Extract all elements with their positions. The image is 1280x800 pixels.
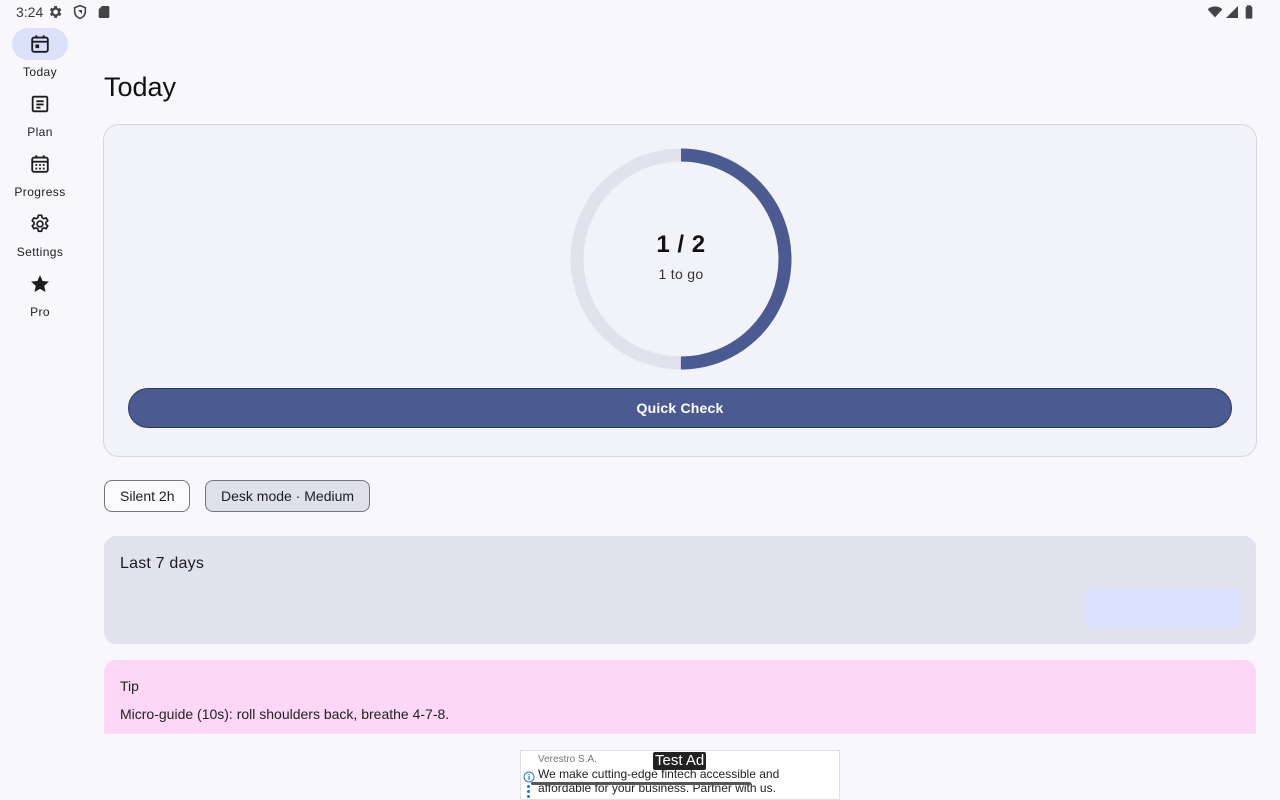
quick-check-button[interactable]: Quick Check [128, 388, 1232, 428]
progress-ring [570, 148, 792, 370]
sd-card-icon [96, 4, 112, 20]
calendar-today-icon [29, 33, 51, 55]
ad-menu-icon[interactable] [527, 785, 530, 799]
ad-divider [531, 782, 751, 785]
chip-label: Silent 2h [120, 488, 175, 504]
nav-label-progress: Progress [14, 185, 66, 199]
ad-banner[interactable]: Verestro S.A. We make cutting-edge finte… [520, 750, 840, 800]
progress-remaining: 1 to go [658, 266, 704, 282]
tip-card: Tip Micro-guide (10s): roll shoulders ba… [104, 660, 1256, 734]
calendar-grid-icon [29, 153, 51, 175]
battery-icon [1241, 4, 1257, 20]
desk-mode-chip[interactable]: Desk mode · Medium [205, 480, 371, 512]
test-ad-label: Test Ad [653, 752, 707, 770]
nav-label-today: Today [22, 65, 58, 79]
nav-item-today[interactable]: Today [0, 24, 80, 80]
nav-label-pro: Pro [30, 305, 50, 319]
status-bar: 3:24 [0, 0, 1280, 24]
wifi-icon [1207, 4, 1223, 20]
ad-advertiser: Verestro S.A. [538, 754, 597, 765]
settings-icon [47, 4, 63, 20]
chip-label: Desk mode · Medium [221, 488, 355, 504]
tip-body: Micro-guide (10s): roll shoulders back, … [120, 706, 450, 722]
nav-item-settings[interactable]: Settings [0, 204, 80, 260]
status-time: 3:24 [16, 4, 44, 20]
silent-2h-chip[interactable]: Silent 2h [104, 480, 191, 512]
nav-item-pro[interactable]: Pro [0, 264, 80, 320]
shield-icon [72, 4, 88, 20]
progress-count: 1 / 2 [656, 231, 706, 258]
week-card-title: Last 7 days [120, 555, 205, 572]
nav-label-settings: Settings [16, 245, 64, 259]
nav-active-indicator [12, 28, 68, 60]
nav-item-plan[interactable]: Plan [0, 84, 80, 140]
plan-list-icon [29, 93, 51, 115]
week-chart-placeholder [1086, 588, 1240, 628]
tip-title: Tip [120, 678, 139, 694]
page-title: Today [104, 72, 177, 102]
gear-icon [29, 213, 51, 235]
ad-copy: We make cutting-edge fintech accessible … [538, 767, 780, 795]
star-icon [29, 273, 51, 295]
progress-card: 1 / 2 1 to go Quick Check [103, 124, 1257, 457]
signal-icon [1224, 4, 1240, 20]
nav-item-progress[interactable]: Progress [0, 144, 80, 200]
last-7-days-card[interactable]: Last 7 days [104, 536, 1256, 644]
nav-label-plan: Plan [27, 125, 53, 139]
